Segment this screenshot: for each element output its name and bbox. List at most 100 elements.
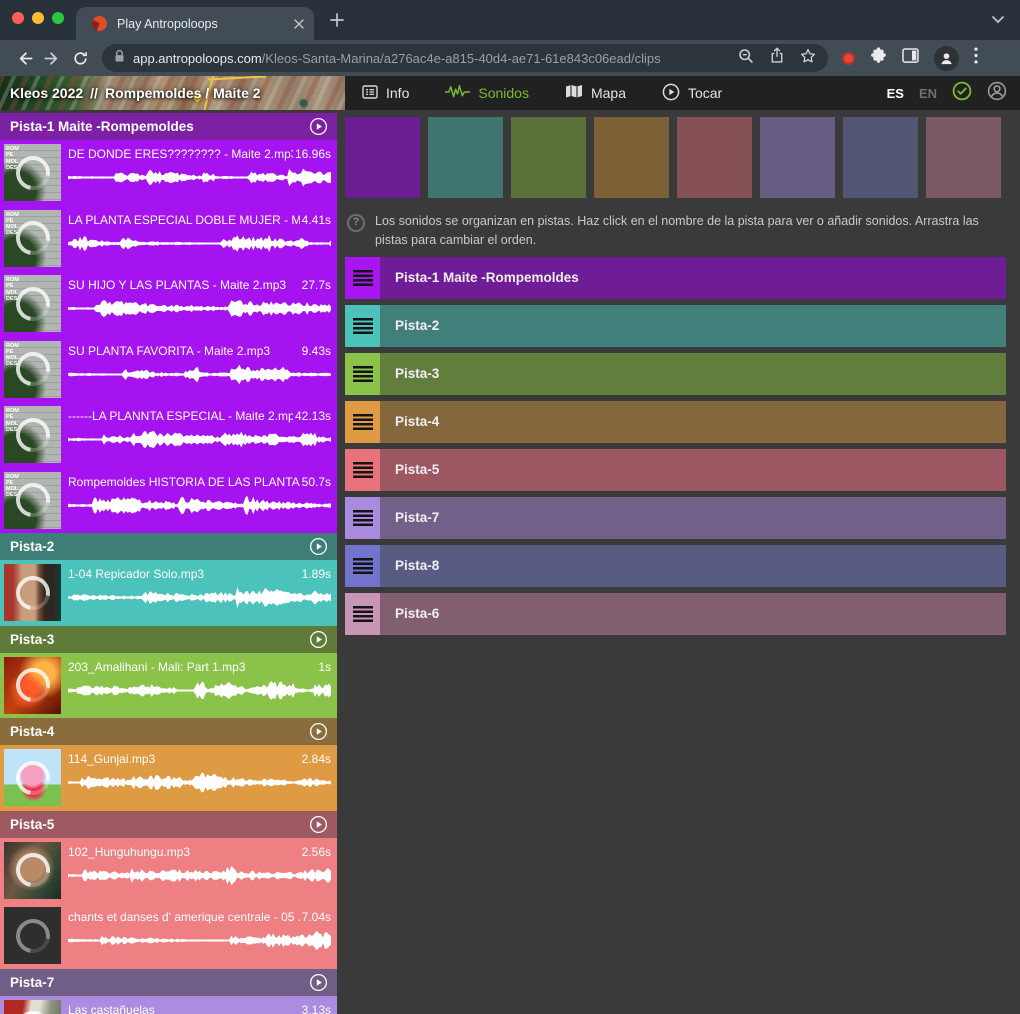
clip-item[interactable]: ROM PE MOL DES LA PLANTA ESPECIAL DOBLE … (0, 206, 337, 272)
track-rows: Pista-1 Maite -Rompemoldes Pista-2 Pista… (345, 257, 1020, 635)
bookmark-star-icon[interactable] (800, 48, 816, 69)
clip-title: 114_Gunjai.mp3 (68, 752, 300, 766)
recorder-extension-icon[interactable] (842, 52, 855, 65)
breadcrumb[interactable]: Kleos 2022//Rompemoldes / Maite 2 (0, 76, 345, 110)
clip-item[interactable]: ROM PE MOL DES ------LA PLANNTA ESPECIAL… (0, 402, 337, 468)
track-color-swatch[interactable] (760, 117, 835, 198)
track-row[interactable]: Pista-7 (345, 497, 1006, 539)
fullscreen-window-button[interactable] (52, 12, 64, 24)
question-mark-icon[interactable]: ? (347, 214, 365, 232)
nav-tab-mapa[interactable]: Mapa (565, 84, 626, 102)
clip-item[interactable]: ROM PE MOL DES DE DONDE ERES???????? - M… (0, 140, 337, 206)
drag-handle[interactable] (345, 305, 380, 347)
clip-title: 203_Amalihani - Mali: Part 1.mp3 (68, 660, 316, 674)
track-color-swatch[interactable] (428, 117, 503, 198)
drag-handle[interactable] (345, 401, 380, 443)
track-row[interactable]: Pista-8 (345, 545, 1006, 587)
track-header[interactable]: Pista-2 (0, 533, 337, 560)
waveform (68, 231, 331, 256)
track-color-swatch[interactable] (594, 117, 669, 198)
track-color-swatch[interactable] (677, 117, 752, 198)
clip-thumbnail-man (4, 564, 61, 621)
back-button[interactable] (10, 44, 38, 72)
track-row[interactable]: Pista-4 (345, 401, 1006, 443)
clip-duration: 9.43s (302, 344, 331, 358)
play-track-icon[interactable] (309, 117, 328, 136)
clip-title: LA PLANTA ESPECIAL DOBLE MUJER - Mai... (68, 213, 300, 227)
nav-tab-sonidos[interactable]: Sonidos (445, 85, 529, 102)
tab-close-icon[interactable] (294, 19, 304, 29)
track-header[interactable]: Pista-5 (0, 811, 337, 838)
track-color-swatch[interactable] (843, 117, 918, 198)
loop-ring-icon (9, 661, 56, 708)
new-tab-button[interactable] (330, 13, 344, 27)
track-row[interactable]: Pista-1 Maite -Rompemoldes (345, 257, 1006, 299)
account-circle-icon[interactable] (987, 81, 1007, 106)
browser-tab[interactable]: Play Antropoloops (76, 7, 314, 40)
track-header[interactable]: Pista-1 Maite -Rompemoldes (0, 113, 337, 140)
drag-handle[interactable] (345, 353, 380, 395)
close-window-button[interactable] (12, 12, 24, 24)
track-header[interactable]: Pista-4 (0, 718, 337, 745)
clip-item[interactable]: 203_Amalihani - Mali: Part 1.mp3 1s (0, 653, 337, 719)
track-color-swatch[interactable] (511, 117, 586, 198)
play-track-icon[interactable] (309, 630, 328, 649)
clip-thumbnail-santa (4, 1000, 61, 1014)
track-row-label: Pista-1 Maite -Rompemoldes (395, 270, 579, 285)
drag-handle[interactable] (345, 545, 380, 587)
side-panel-icon[interactable] (902, 48, 919, 68)
track-color-swatch[interactable] (926, 117, 1001, 198)
clip-item[interactable]: chants et danses d' amerique centrale - … (0, 903, 337, 969)
lang-es-button[interactable]: ES (887, 86, 904, 101)
clip-item[interactable]: ROM PE MOL DES Rompemoldes HISTORIA DE L… (0, 468, 337, 534)
reload-button[interactable] (66, 44, 94, 72)
track-clips: Las castañuelas 3.13s (0, 996, 337, 1014)
thumbnail-overlay-text: ROM PE MOL DES (6, 212, 21, 237)
extensions-puzzle-icon[interactable] (870, 47, 887, 69)
clip-item[interactable]: ROM PE MOL DES SU PLANTA FAVORITA - Mait… (0, 337, 337, 403)
drag-handle[interactable] (345, 257, 380, 299)
drag-handle[interactable] (345, 449, 380, 491)
browser-profile-avatar[interactable] (934, 46, 959, 71)
track-header[interactable]: Pista-7 (0, 969, 337, 996)
url-text: app.antropoloops.com/Kleos-Santa-Marina/… (133, 51, 728, 66)
check-circle-icon[interactable] (952, 81, 972, 106)
thumbnail-overlay-text: ROM PE MOL DES (6, 146, 21, 171)
play-track-icon[interactable] (309, 973, 328, 992)
clip-item[interactable]: 1-04 Repicador Solo.mp3 1.89s (0, 560, 337, 626)
browser-menu-kebab-icon[interactable] (974, 47, 978, 69)
clip-item[interactable]: 102_Hunguhungu.mp3 2.56s (0, 838, 337, 904)
clip-item[interactable]: ROM PE MOL DES SU HIJO Y LAS PLANTAS - M… (0, 271, 337, 337)
zoom-icon[interactable] (738, 48, 754, 69)
drag-handle[interactable] (345, 593, 380, 635)
main-panel: ? Los sonidos se organizan en pistas. Ha… (337, 110, 1020, 1014)
drag-handle-icon (353, 318, 373, 334)
forward-button[interactable] (38, 44, 66, 72)
play-track-icon[interactable] (309, 815, 328, 834)
track-row[interactable]: Pista-3 (345, 353, 1006, 395)
track-row[interactable]: Pista-5 (345, 449, 1006, 491)
track-row[interactable]: Pista-6 (345, 593, 1006, 635)
lang-en-button[interactable]: EN (919, 86, 937, 101)
track-header[interactable]: Pista-3 (0, 626, 337, 653)
clip-title: 102_Hunguhungu.mp3 (68, 845, 300, 859)
nav-tab-info[interactable]: Info (362, 84, 409, 103)
track-row[interactable]: Pista-2 (345, 305, 1006, 347)
share-icon[interactable] (770, 47, 784, 69)
clip-item[interactable]: Las castañuelas 3.13s (0, 996, 337, 1014)
address-bar[interactable]: app.antropoloops.com/Kleos-Santa-Marina/… (102, 44, 828, 72)
nav-tab-tocar[interactable]: Tocar (662, 83, 722, 104)
tab-search-chevron-icon[interactable] (992, 16, 1004, 24)
clip-item[interactable]: 114_Gunjai.mp3 2.84s (0, 745, 337, 811)
play-track-icon[interactable] (309, 537, 328, 556)
drag-handle-icon (353, 558, 373, 574)
nav-label-mapa: Mapa (591, 85, 626, 101)
minimize-window-button[interactable] (32, 12, 44, 24)
track-color-swatch[interactable] (345, 117, 420, 198)
loop-ring-icon (9, 569, 56, 616)
drag-handle[interactable] (345, 497, 380, 539)
sidebar-track: Pista-5 102_Hunguhungu.mp3 2.56s ch (0, 811, 337, 969)
breadcrumb-project[interactable]: Kleos 2022 (10, 85, 83, 101)
breadcrumb-separator: // (90, 85, 98, 101)
play-track-icon[interactable] (309, 722, 328, 741)
